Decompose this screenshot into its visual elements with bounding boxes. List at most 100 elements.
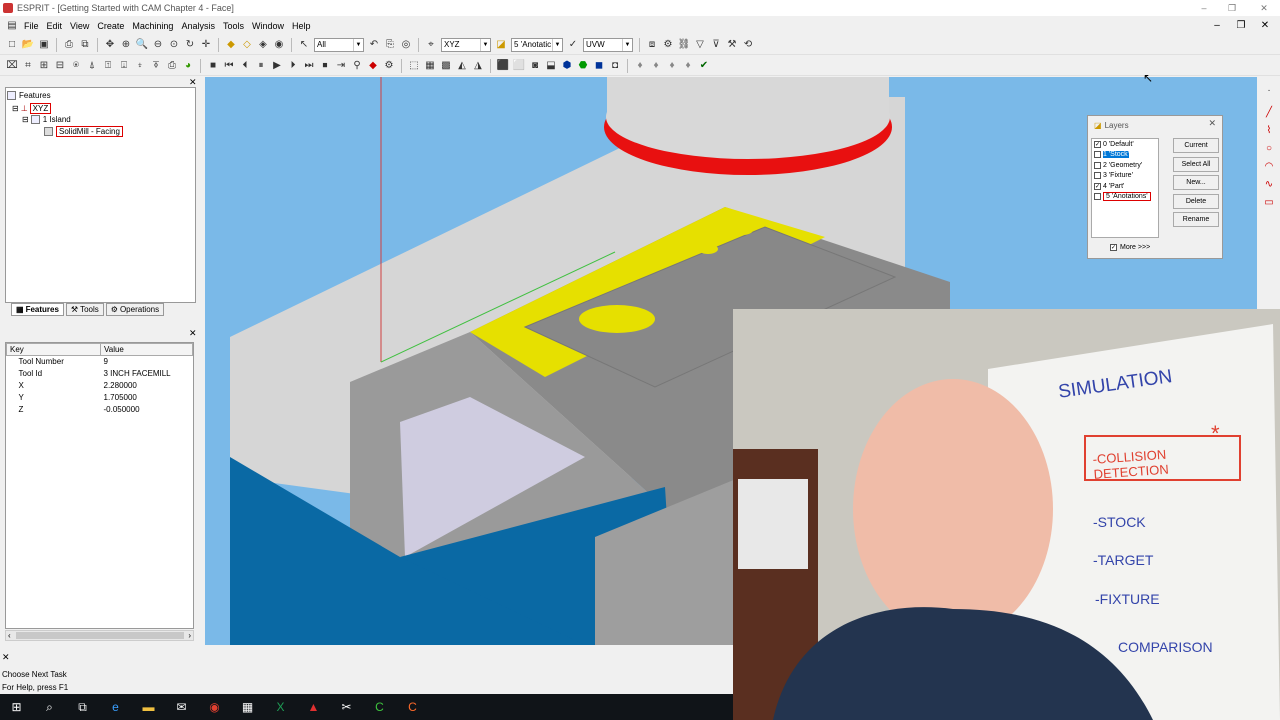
tab-tools[interactable]: ⚒ Tools	[65, 303, 104, 316]
menu-analysis[interactable]: Analysis	[177, 21, 219, 31]
fast-forward-icon[interactable]: ⏭	[302, 59, 316, 73]
feature-icon[interactable]: ⧈	[645, 38, 659, 52]
camera-icon[interactable]: ◙	[528, 59, 542, 73]
turret-icon[interactable]: ⍐	[101, 59, 115, 73]
tool-icon[interactable]: ⍟	[69, 59, 83, 73]
select-all-button[interactable]: Select All	[1173, 157, 1219, 172]
compare-icon[interactable]: ⬓	[544, 59, 558, 73]
filter-icon[interactable]: ▽	[693, 38, 707, 52]
layer-item[interactable]: ✓ 0 'Default'	[1092, 139, 1158, 150]
shaded-cube-icon[interactable]: ◘	[608, 59, 622, 73]
play-icon[interactable]: ▶	[270, 59, 284, 73]
tab-operations[interactable]: ⚙ Operations	[105, 303, 165, 316]
camtasia-orange-icon[interactable]: C	[396, 694, 429, 720]
table-row[interactable]: Z -0.050000	[7, 404, 193, 416]
acrobat-icon[interactable]: ▲	[297, 694, 330, 720]
search-icon[interactable]: ⌕	[33, 694, 66, 720]
edge-icon[interactable]: e	[99, 694, 132, 720]
close-tree-icon[interactable]: ✕	[189, 77, 197, 88]
shade-icon[interactable]: ◆	[224, 38, 238, 52]
zoom-fit-icon[interactable]: ⊙	[167, 38, 181, 52]
chrome-icon[interactable]: ◉	[198, 694, 231, 720]
chain-icon[interactable]: ⛓	[677, 38, 691, 52]
target-icon[interactable]: ◎	[399, 38, 413, 52]
menu-tools[interactable]: Tools	[219, 21, 248, 31]
part-icon[interactable]: ⊞	[37, 59, 51, 73]
layer-item[interactable]: 2 'Geometry'	[1092, 160, 1158, 171]
menu-create[interactable]: Create	[93, 21, 128, 31]
wire-icon[interactable]: ◇	[240, 38, 254, 52]
layer-item[interactable]: 1 'Stock'	[1092, 150, 1158, 161]
blue-solid-icon[interactable]: ⬢	[560, 59, 574, 73]
step-forward-icon[interactable]: ⏵	[286, 59, 300, 73]
stop-icon[interactable]: ■	[206, 59, 220, 73]
checkbox[interactable]	[1094, 161, 1101, 169]
close-icon[interactable]: ✕	[1208, 118, 1216, 129]
select-arrow-icon[interactable]: ↖	[297, 38, 311, 52]
checkbox[interactable]: ✓	[1094, 182, 1101, 190]
menu-edit[interactable]: Edit	[43, 21, 67, 31]
sim-icon[interactable]: ⟲	[741, 38, 755, 52]
tab-features[interactable]: ▦ Features	[11, 303, 64, 316]
settings-icon[interactable]: ⚒	[725, 38, 739, 52]
zoom-in-icon[interactable]: 🔍	[135, 38, 149, 52]
green-solid-icon[interactable]: ⬣	[576, 59, 590, 73]
menu-view[interactable]: View	[66, 21, 93, 31]
mdi-minimize-button[interactable]: –	[1206, 17, 1228, 34]
file-explorer-icon[interactable]: ▬	[132, 694, 165, 720]
sim-tool-icon[interactable]: ⚲	[350, 59, 364, 73]
circle-icon[interactable]: ○	[1262, 141, 1276, 155]
layer-item[interactable]: ✓ 4 'Part'	[1092, 181, 1158, 192]
tool-grey-1-icon[interactable]: ♦	[633, 59, 647, 73]
layer-item[interactable]: 3 'Fixture'	[1092, 171, 1158, 182]
new-icon[interactable]: □	[5, 38, 19, 52]
operation-icon[interactable]: ⚙	[661, 38, 675, 52]
close-button[interactable]: ✕	[1252, 0, 1276, 16]
mill-icon[interactable]: ⍗	[117, 59, 131, 73]
maximize-button[interactable]: ❐	[1220, 0, 1244, 16]
prop-value[interactable]: 1.705000	[101, 392, 193, 404]
menu-window[interactable]: Window	[248, 21, 288, 31]
document-icon[interactable]: ▤	[5, 19, 19, 33]
rewind-icon[interactable]: ⏮	[222, 59, 236, 73]
drill-icon[interactable]: ⍕	[149, 59, 163, 73]
stock-view-icon[interactable]: ⬛	[496, 59, 510, 73]
tree-node-island[interactable]: ⊟ 1 Island	[22, 115, 71, 124]
polyline-icon[interactable]: ⌇	[1262, 123, 1276, 137]
new-layer-button[interactable]: New...	[1173, 175, 1219, 190]
prop-value[interactable]: -0.050000	[101, 404, 193, 416]
tool-grey-4-icon[interactable]: ♦	[681, 59, 695, 73]
funnel-icon[interactable]: ⊽	[709, 38, 723, 52]
scroll-right-icon[interactable]: ›	[188, 631, 191, 640]
more-toggle[interactable]: ✓ More >>>	[1110, 244, 1150, 251]
table-row[interactable]: X 2.280000	[7, 380, 193, 392]
checkbox[interactable]: ✓	[1094, 140, 1101, 148]
prop-value[interactable]: 3 INCH FACEMILL	[101, 368, 193, 380]
current-button[interactable]: Current	[1173, 138, 1219, 153]
excel-icon[interactable]: X	[264, 694, 297, 720]
menu-file[interactable]: File	[20, 21, 43, 31]
checkbox[interactable]	[1094, 193, 1101, 201]
globe-icon[interactable]: ◕	[181, 59, 195, 73]
close-props-icon[interactable]: ✕	[189, 328, 197, 339]
sim-settings-icon[interactable]: ⚙	[382, 59, 396, 73]
table-row[interactable]: Y 1.705000	[7, 392, 193, 404]
minimize-button[interactable]: –	[1192, 0, 1216, 16]
verify-icon[interactable]: ✔	[697, 59, 711, 73]
tree-node-xyz[interactable]: ⊟ ⊥ XYZ	[12, 103, 52, 114]
line-icon[interactable]: ╱	[1262, 105, 1276, 119]
view-icon[interactable]: ⬚	[407, 59, 421, 73]
filter-combo[interactable]: All ▼	[314, 37, 364, 52]
table-row[interactable]: Tool Id 3 INCH FACEMILL	[7, 368, 193, 380]
skip-icon[interactable]: ⇥	[334, 59, 348, 73]
table-row[interactable]: Tool Number 9	[7, 356, 193, 368]
calculator-icon[interactable]: ▦	[231, 694, 264, 720]
pan-icon[interactable]: ✥	[103, 38, 117, 52]
tree-node-operation[interactable]: SolidMill - Facing	[44, 126, 123, 137]
snipping-icon[interactable]: ✂	[330, 694, 363, 720]
prop-value[interactable]: 2.280000	[101, 380, 193, 392]
plane-combo[interactable]: XYZ ▼	[441, 37, 491, 52]
camtasia-green-icon[interactable]: C	[363, 694, 396, 720]
close-output-icon[interactable]: ✕	[2, 652, 10, 663]
rotate-icon[interactable]: ↻	[183, 38, 197, 52]
